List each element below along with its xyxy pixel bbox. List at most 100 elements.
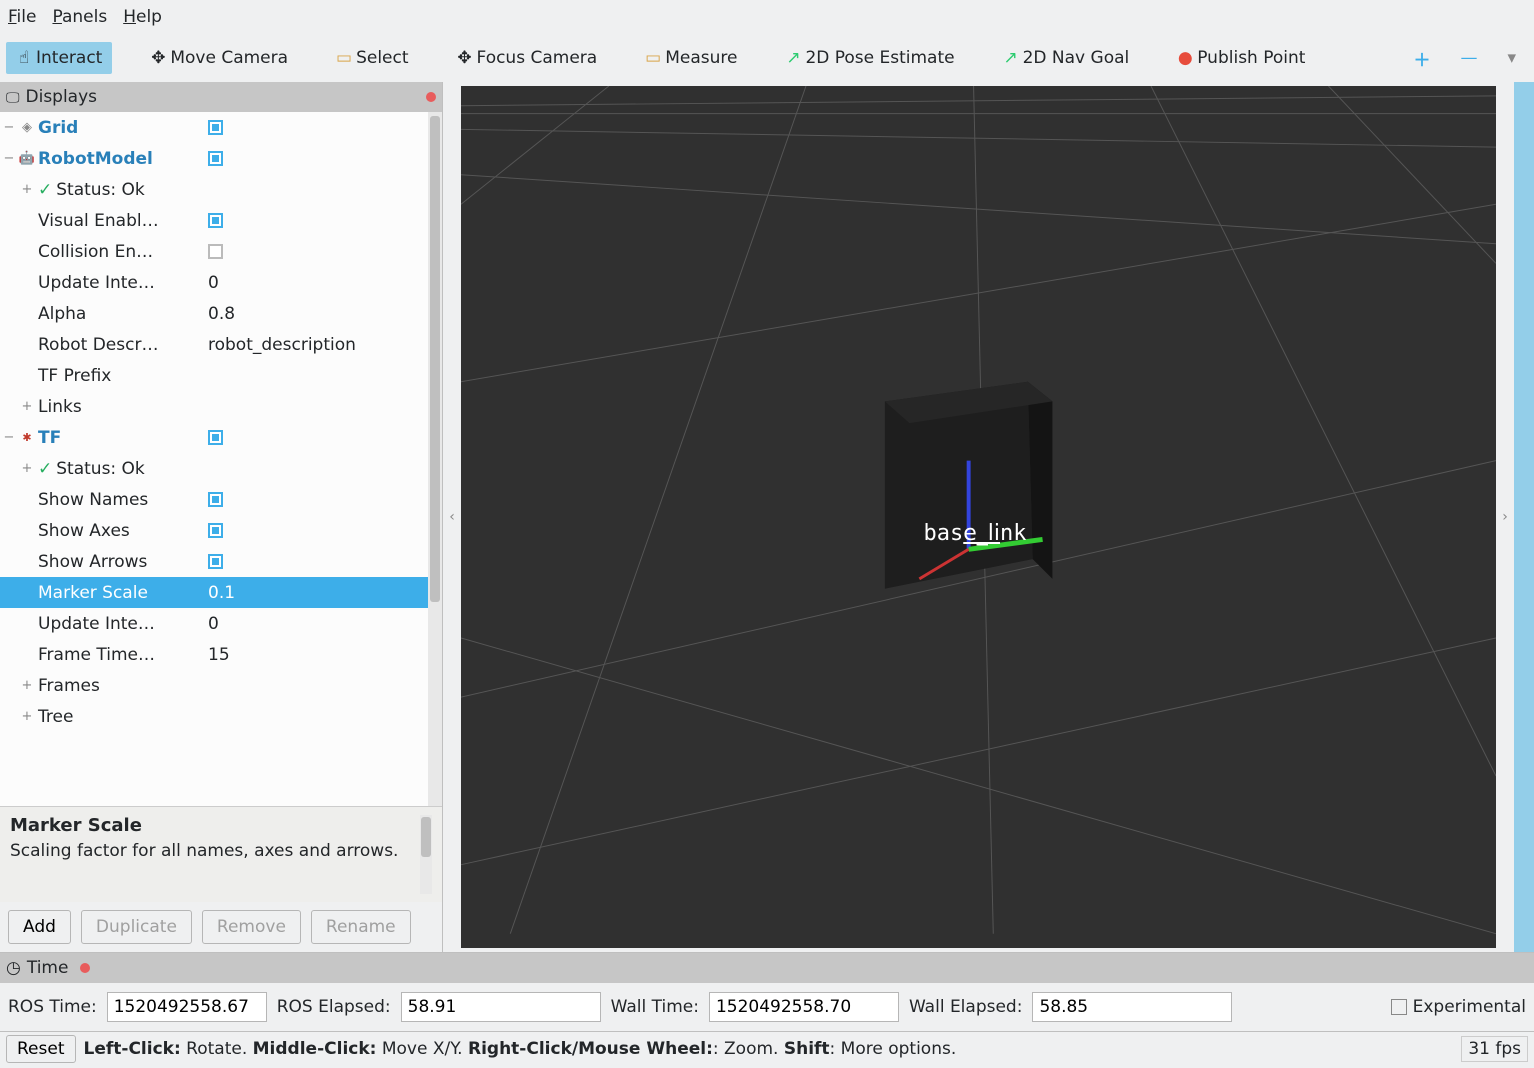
check-icon: ✓ [38,180,52,200]
tree-value[interactable]: 15 [204,645,428,665]
tool-publish-point[interactable]: ● Publish Point [1167,42,1315,74]
tree-item-links[interactable]: + Links [0,391,428,422]
tree-label: Frames [36,676,204,696]
tool-select[interactable]: ▭ Select [326,42,418,74]
ros-time-input[interactable] [107,992,267,1022]
tool-focus-camera[interactable]: ✥ Focus Camera [447,42,608,74]
tree-label: Grid [38,118,78,138]
tree-label: Status: Ok [56,180,145,200]
tree-item-show-arrows[interactable]: Show Arrows [0,546,428,577]
interact-icon: ☝ [16,50,32,66]
tree-label: Update Inte… [36,273,204,293]
tree-label: Visual Enabl… [36,211,204,231]
tree-scrollbar[interactable] [428,112,442,806]
tree-value[interactable]: 0.1 [204,583,428,603]
tree-label: Show Arrows [36,552,204,572]
time-panel: Time ROS Time: ROS Elapsed: Wall Time: W… [0,952,1534,1031]
tree-label: Frame Time… [36,645,204,665]
desc-scrollbar[interactable] [420,815,432,894]
tree-item-visual-enabled[interactable]: Visual Enabl… [0,205,428,236]
tree-item-alpha[interactable]: Alpha 0.8 [0,298,428,329]
tree-item-frame-timeout[interactable]: Frame Time… 15 [0,639,428,670]
tree-item-tf-prefix[interactable]: TF Prefix [0,360,428,391]
tree-item-show-names[interactable]: Show Names [0,484,428,515]
tool-move-camera[interactable]: ✥ Move Camera [140,42,298,74]
tree-label: Show Axes [36,521,204,541]
checkbox-robotmodel[interactable] [208,151,223,166]
checkbox[interactable] [208,213,223,228]
tree-item-show-axes[interactable]: Show Axes [0,515,428,546]
tree-item-marker-scale[interactable]: Marker Scale 0.1 [0,577,428,608]
time-panel-title[interactable]: Time [0,953,1534,983]
tool-2d-nav-goal[interactable]: ↗ 2D Nav Goal [993,42,1140,74]
pose-estimate-icon: ↗ [785,50,801,66]
tree-item-robot-description[interactable]: Robot Descr… robot_description [0,329,428,360]
tree-value[interactable]: robot_description [204,335,428,355]
checkbox[interactable] [208,554,223,569]
measure-icon: ▭ [645,50,661,66]
checkbox[interactable] [208,244,223,259]
wall-time-input[interactable] [709,992,899,1022]
tree-item-frames[interactable]: + Frames [0,670,428,701]
panel-close-icon[interactable] [426,92,436,102]
wall-elapsed-input[interactable] [1032,992,1232,1022]
add-tool-icon[interactable]: ＋ [1413,46,1430,71]
tool-label: Focus Camera [477,48,598,68]
tree-item-rm-status[interactable]: + ✓ Status: Ok [0,174,428,205]
checkbox[interactable] [208,523,223,538]
tree-label: Show Names [36,490,204,510]
right-collapse-handle[interactable]: › [1496,82,1514,952]
tree-item-tf-status[interactable]: + ✓ Status: Ok [0,453,428,484]
tree-label: RobotModel [38,149,153,169]
rename-button[interactable]: Rename [311,910,411,944]
tool-interact[interactable]: ☝ Interact [6,42,112,74]
tree-item-robotmodel[interactable]: −🤖 RobotModel [0,143,428,174]
ros-time-label: ROS Time: [8,997,97,1017]
tool-label: Move Camera [170,48,288,68]
check-icon: ✓ [38,459,52,479]
minimize-icon[interactable]: — [1460,48,1477,68]
tree-value[interactable]: 0.8 [204,304,428,324]
3d-viewport[interactable]: base_link [461,86,1496,948]
tree-item-rm-update-interval[interactable]: Update Inte… 0 [0,267,428,298]
reset-button[interactable]: Reset [6,1035,76,1063]
right-dock-strip[interactable] [1514,82,1534,952]
tree-label: Tree [36,707,204,727]
add-button[interactable]: Add [8,910,71,944]
panel-title-label: Time [27,958,69,978]
displays-tree[interactable]: −◈ Grid −🤖 RobotModel + ✓ Status: Ok Vis… [0,112,428,806]
clock-icon [6,958,21,978]
tool-label: Select [356,48,408,68]
duplicate-button[interactable]: Duplicate [81,910,192,944]
checkbox-grid[interactable] [208,120,223,135]
tool-label: 2D Nav Goal [1023,48,1130,68]
menu-file[interactable]: File [8,7,36,27]
tree-item-tree[interactable]: + Tree [0,701,428,732]
checkbox[interactable] [208,492,223,507]
experimental-checkbox[interactable]: Experimental [1391,997,1526,1017]
ros-elapsed-input[interactable] [401,992,601,1022]
tree-item-grid[interactable]: −◈ Grid [0,112,428,143]
panel-close-icon[interactable] [80,963,90,973]
tree-value[interactable]: 0 [204,273,428,293]
checkbox-tf[interactable] [208,430,223,445]
displays-panel-title[interactable]: Displays [0,82,442,112]
tree-item-tf-update-interval[interactable]: Update Inte… 0 [0,608,428,639]
left-collapse-handle[interactable]: ‹ [443,82,461,952]
tree-item-collision-enabled[interactable]: Collision En… [0,236,428,267]
menu-help[interactable]: Help [123,7,162,27]
tree-label: Robot Descr… [36,335,204,355]
status-hint: Left-Click: Rotate. Middle-Click: Move X… [84,1039,957,1059]
tool-2d-pose-estimate[interactable]: ↗ 2D Pose Estimate [775,42,964,74]
tree-value[interactable]: 0 [204,614,428,634]
wall-time-label: Wall Time: [611,997,699,1017]
remove-button[interactable]: Remove [202,910,301,944]
tree-item-tf[interactable]: −✱ TF [0,422,428,453]
panel-title-label: Displays [26,87,98,107]
tool-measure[interactable]: ▭ Measure [635,42,747,74]
description-title: Marker Scale [10,815,414,836]
tool-label: Publish Point [1197,48,1305,68]
close-icon[interactable]: ▾ [1507,48,1516,68]
menu-panels[interactable]: Panels [52,7,107,27]
menu-bar: File Panels Help [0,0,1534,34]
